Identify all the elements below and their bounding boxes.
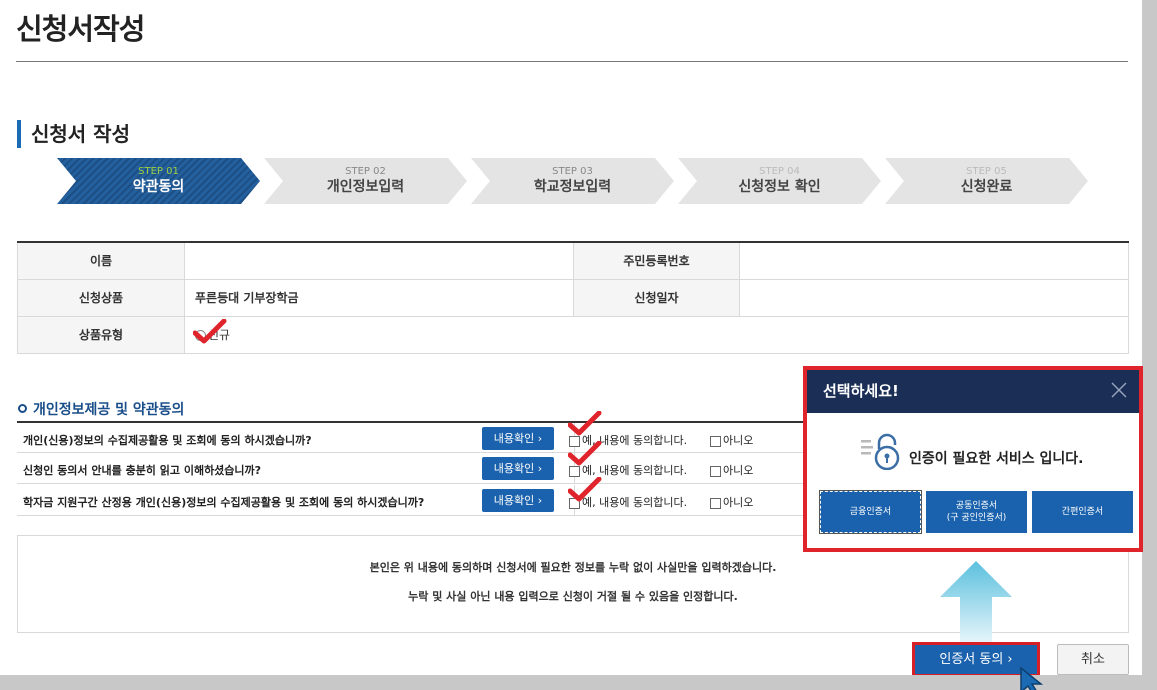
name-label: 이름 [17, 241, 185, 280]
consent-question: 신청인 동의서 안내를 충분히 읽고 이해하셨습니까? [23, 464, 262, 477]
detail-button[interactable]: 내용확인 › [482, 427, 554, 450]
step-number: STEP 03 [552, 166, 593, 177]
table-row: 상품유형 신규 [17, 315, 1129, 354]
disagree-label: 아니오 [723, 496, 754, 509]
bullet-icon [18, 404, 27, 413]
check-mark-icon [568, 477, 602, 502]
check-mark-icon [568, 441, 602, 466]
step-label: 개인정보입력 [326, 179, 405, 195]
type-cell: 신규 [184, 315, 1129, 354]
product-value: 푸른등대 기부장학금 [184, 278, 574, 317]
date-value [739, 278, 1129, 317]
lock-icon [861, 433, 900, 470]
popup-header: 선택하세요! [807, 370, 1139, 413]
detail-button-label: 내용확인 [493, 432, 535, 445]
close-icon[interactable] [1107, 378, 1131, 402]
mouse-cursor-icon [1020, 666, 1044, 690]
disagree-label: 아니오 [723, 464, 754, 477]
option-label: 공동인증서 [955, 501, 998, 511]
joint-certificate-button[interactable]: 공동인증서 (구 공인인증서) [926, 491, 1027, 533]
type-label: 상품유형 [17, 315, 185, 354]
certificate-select-popup: 선택하세요! 인증이 필요한 서비스 입니다. 금융인증서 공동인증서 (구 공… [803, 366, 1143, 552]
step-number: STEP 04 [759, 166, 800, 177]
detail-button[interactable]: 내용확인 › [482, 489, 554, 512]
arrow-up-icon [940, 561, 1012, 644]
disagree-checkbox[interactable] [710, 497, 721, 509]
applicant-info-table: 이름 주민등록번호 신청상품 푸른등대 기부장학금 신청일자 상품유형 신규 [17, 241, 1129, 354]
detail-button[interactable]: 내용확인 › [482, 457, 554, 480]
option-sublabel: (구 공인인증서) [946, 513, 1007, 523]
table-row: 신청상품 푸른등대 기부장학금 신청일자 [17, 278, 1129, 317]
ssn-value [739, 241, 1129, 280]
step-5: STEP 05 신청완료 [885, 158, 1088, 204]
cancel-button[interactable]: 취소 [1057, 644, 1129, 675]
disagree-option[interactable]: 아니오 [710, 494, 753, 510]
step-3: STEP 03 학교정보입력 [471, 158, 674, 204]
step-label: 약관동의 [132, 179, 185, 195]
check-mark-icon [568, 411, 602, 436]
agree-button-label: 인증서 동의 [939, 652, 1004, 667]
disagree-checkbox[interactable] [710, 435, 721, 447]
step-label: 신청정보 확인 [738, 179, 821, 195]
consent-section-title: 개인정보제공 및 약관동의 [18, 399, 184, 419]
step-number: STEP 02 [345, 166, 386, 177]
step-progress: STEP 01 약관동의 STEP 02 개인정보입력 STEP 03 학교정보… [57, 158, 1097, 204]
product-label: 신청상품 [17, 278, 185, 317]
detail-button-label: 내용확인 [493, 494, 535, 507]
simple-certificate-button[interactable]: 간편인증서 [1032, 491, 1133, 533]
disagree-checkbox[interactable] [710, 465, 721, 477]
name-value [184, 241, 574, 280]
table-row: 이름 주민등록번호 [17, 241, 1129, 280]
step-1: STEP 01 약관동의 [57, 158, 260, 204]
consent-title-text: 개인정보제공 및 약관동의 [33, 402, 185, 418]
step-label: 신청완료 [960, 179, 1013, 195]
application-page: 신청서작성 신청서 작성 STEP 01 약관동의 STEP 02 개인정보입력… [0, 0, 1142, 675]
consent-question: 학자금 지원구간 산정용 개인(신용)정보의 수집제공활용 및 조회에 동의 하… [23, 496, 425, 509]
section-title: 신청서 작성 [17, 120, 130, 148]
disagree-option[interactable]: 아니오 [710, 462, 753, 478]
check-mark-icon [193, 318, 227, 343]
popup-title: 선택하세요! [823, 382, 899, 400]
page-title: 신청서작성 [16, 12, 145, 46]
agree-checkbox[interactable] [569, 465, 580, 477]
ssn-label: 주민등록번호 [573, 241, 740, 280]
date-label: 신청일자 [573, 278, 740, 317]
disagree-label: 아니오 [723, 434, 754, 447]
step-number: STEP 05 [966, 166, 1007, 177]
disagree-option[interactable]: 아니오 [710, 432, 753, 448]
detail-button-label: 내용확인 [493, 462, 535, 475]
step-4: STEP 04 신청정보 확인 [678, 158, 881, 204]
option-label: 간편인증서 [1061, 507, 1104, 517]
popup-message: 인증이 필요한 서비스 입니다. [909, 451, 1084, 467]
financial-certificate-button[interactable]: 금융인증서 [819, 490, 922, 534]
title-divider [16, 61, 1128, 62]
step-number: STEP 01 [138, 166, 179, 177]
option-label: 금융인증서 [849, 507, 892, 517]
step-label: 학교정보입력 [533, 179, 612, 195]
step-2: STEP 02 개인정보입력 [264, 158, 467, 204]
consent-question: 개인(신용)정보의 수집제공활용 및 조회에 동의 하시겠습니까? [23, 434, 312, 447]
